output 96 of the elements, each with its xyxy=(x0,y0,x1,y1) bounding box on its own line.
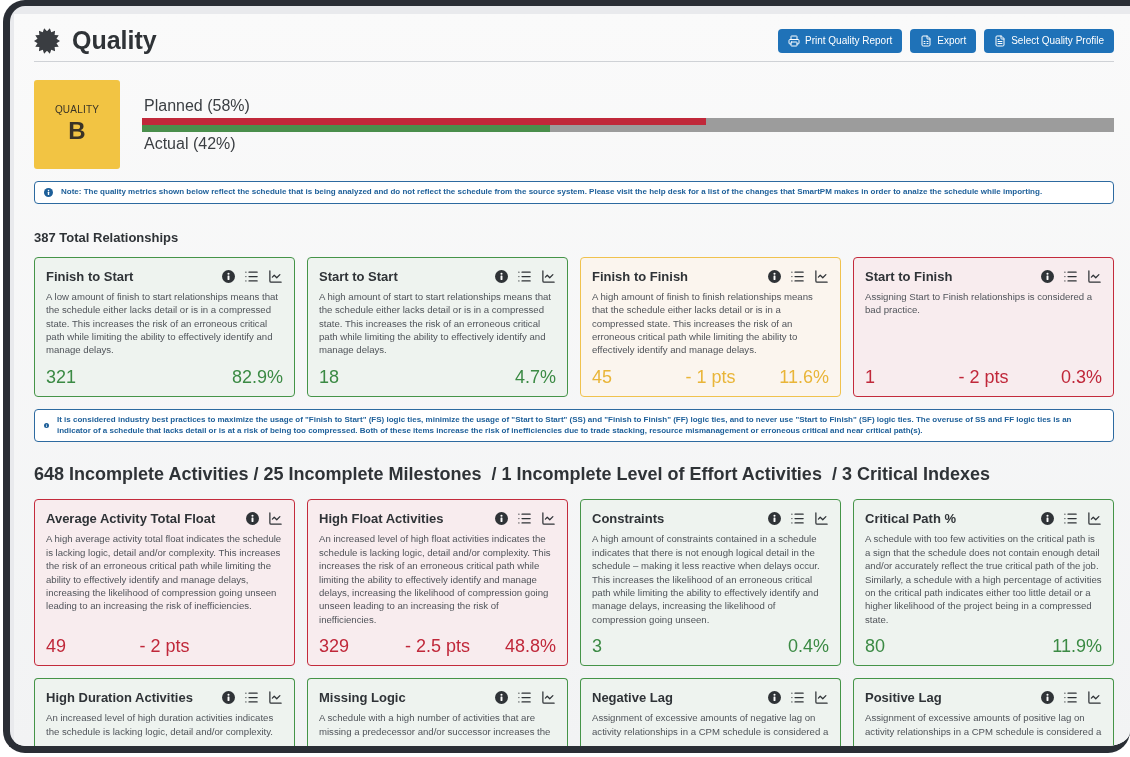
list-icon[interactable] xyxy=(790,511,805,527)
card-description: A low amount of finish to start relationships means that the schedule either lacks detail or is in a compressed state. This increases the risk of an erroneous critical path while limiting the ability to effectively identify and manage delays. xyxy=(46,289,279,357)
card-title: Finish to Finish xyxy=(592,268,690,284)
info-icon[interactable] xyxy=(44,421,49,431)
percent-value: 11.6% xyxy=(779,366,829,388)
info-icon[interactable] xyxy=(222,269,235,283)
info-icon[interactable] xyxy=(1041,691,1054,705)
info-icon[interactable] xyxy=(1041,512,1054,526)
percent-value: 0.3% xyxy=(1060,366,1102,388)
toolbar-button[interactable]: Print Quality Report xyxy=(778,28,903,53)
card-description: A high amount of finish to finish relationships means that the schedule either lacks detail or is in a compressed state. This increases the risk of an erroneous critical path while limiting the ability to effectively identify and manage delays. xyxy=(592,289,814,357)
line-chart-icon[interactable] xyxy=(541,268,556,284)
seal-icon xyxy=(34,27,60,54)
count-value: 321 xyxy=(46,366,77,388)
card-title: Negative Lag xyxy=(592,690,674,706)
grade-label: QUALITY xyxy=(54,104,100,115)
card-title: Missing Logic xyxy=(319,690,407,706)
line-chart-icon[interactable] xyxy=(268,511,283,527)
card-description: Assignment of excessive amounts of negative lag on activity relationships in a CPM schedule is considered a xyxy=(592,711,829,739)
card-title: Start to Finish xyxy=(865,268,954,284)
grade-value: B xyxy=(68,117,86,145)
info-icon[interactable] xyxy=(495,269,508,283)
info-icon[interactable] xyxy=(768,691,781,705)
list-icon[interactable] xyxy=(244,268,259,284)
count-value: 80 xyxy=(865,636,886,658)
line-chart-icon[interactable] xyxy=(268,690,283,706)
note-text: It is considered industry best practices to maximize the usage of "Finish to Start" (FS) logic ties, minimize the usage of "Start to Start" (SS) and "Finish to Finish" (FF) logic ties, and to never use "Start to Finish" (SF) logic ties. The overuse of SS and FF logic ties is an indicator of a schedule that lacks detail or is at a risk of being too compressed. Both of these items increase the risk of inefficiencies due to trade stacking, resource mismanagement or erroneous critical and near critical path(s). xyxy=(57,414,1073,437)
card-title: Average Activity Total Float xyxy=(46,511,217,527)
count-value: 49 xyxy=(46,636,67,658)
card-description: An increased level of high float activities indicates the schedule is lacking logic, detail and/or complexity. This increases the risk of an erroneous critical path while limiting the ability to effectively identify and manage delays, increasing the likelihood of compression going unseen leading to an increasing the risk of inefficiencies. xyxy=(319,532,552,627)
line-chart-icon[interactable] xyxy=(541,690,556,706)
list-icon[interactable] xyxy=(244,690,259,706)
percent-value: 48.8% xyxy=(504,636,556,658)
note-text: Note: The quality metrics shown below reflect the schedule that is being analyzed and do not reflect the schedule from the source system. Please visit the help desk for a list of the changes that SmartPM makes in order to analze the schedule while importing. xyxy=(61,187,1043,198)
info-icon[interactable] xyxy=(222,691,235,705)
points-value: - 2 pts xyxy=(958,366,1009,388)
card-title: Finish to Start xyxy=(46,268,135,284)
card-title: Constraints xyxy=(592,511,666,527)
document-icon xyxy=(994,34,1007,47)
printer-icon xyxy=(788,34,800,47)
line-chart-icon[interactable] xyxy=(1087,690,1102,706)
list-icon[interactable] xyxy=(790,690,805,706)
toolbar-button[interactable]: Select Quality Profile xyxy=(984,28,1114,53)
list-icon[interactable] xyxy=(1063,268,1078,284)
line-chart-icon[interactable] xyxy=(814,511,829,527)
info-icon[interactable] xyxy=(768,269,781,283)
line-chart-icon[interactable] xyxy=(814,268,829,284)
card-title: Critical Path % xyxy=(865,511,958,527)
card-description: A high amount of start to start relationships means that the schedule either lacks detail or is in a compressed state. This increases the risk of an erroneous critical path while limiting the ability to effectively identify and manage delays. xyxy=(319,289,552,357)
line-chart-icon[interactable] xyxy=(1087,511,1102,527)
percent-value: 0.4% xyxy=(787,636,829,658)
section-heading: 648 Incomplete Activities / 25 Incomplete Milestones / 1 Incomplete Level of Effort Activities / 3 Critical Indexes xyxy=(34,464,991,486)
card-title: Positive Lag xyxy=(865,690,943,706)
page-title: Quality xyxy=(72,26,158,55)
count-value: 329 xyxy=(319,636,350,658)
card-description: A schedule with a high number of activities that are missing a predecessor and/or successor increases the xyxy=(319,711,552,739)
count-value: 45 xyxy=(592,366,613,388)
card-description: A high amount of constraints contained in a schedule indicates that there is not enough logical detail in the schedule – making it less reactive when delays occur. This increases the likelihood of an erroneous critical path while limiting the ability to effectively identify and manage delays, increasing the likelihood of compression going unseen. xyxy=(592,532,821,627)
info-icon[interactable] xyxy=(246,512,259,526)
card-title: High Float Activities xyxy=(319,511,445,527)
line-chart-icon[interactable] xyxy=(268,268,283,284)
list-icon[interactable] xyxy=(517,690,532,706)
info-icon[interactable] xyxy=(1041,269,1054,283)
card-title: High Duration Activities xyxy=(46,690,194,706)
info-icon[interactable] xyxy=(768,512,781,526)
points-value: - 2.5 pts xyxy=(405,636,470,658)
info-icon[interactable] xyxy=(495,512,508,526)
card-title: Start to Start xyxy=(319,268,399,284)
line-chart-icon[interactable] xyxy=(541,511,556,527)
progress-label: Planned (58%) xyxy=(143,95,251,116)
card-description: An increased level of high duration activities indicates the schedule is lacking logic, detail and/or complexity. xyxy=(46,711,275,739)
list-icon[interactable] xyxy=(517,511,532,527)
section-heading: 387 Total Relationships xyxy=(34,229,180,245)
line-chart-icon[interactable] xyxy=(1087,268,1102,284)
card-description: A schedule with too few activities on the critical path is a sign that the schedule does not contain enough detail and/or accurately reflect the true critical path of the job. Similarly, a schedule with a high percentage of activities on the critical path indicates either too little detail or a higher likelihood of the project being in a compressed state. xyxy=(865,532,1102,627)
card-description: Assignment of excessive amounts of positive lag on activity relationships in a CPM schedule is considered a xyxy=(865,711,1102,739)
list-icon[interactable] xyxy=(1063,511,1078,527)
card-description: Assigning Start to Finish relationships is considered a bad practice. xyxy=(865,289,1094,318)
list-icon[interactable] xyxy=(1063,690,1078,706)
count-value: 3 xyxy=(592,636,602,658)
percent-value: 4.7% xyxy=(514,366,556,388)
count-value: 18 xyxy=(319,366,340,388)
points-value: - 2 pts xyxy=(139,636,190,658)
info-icon[interactable] xyxy=(495,691,508,705)
progress-label: Actual (42%) xyxy=(143,133,237,154)
count-value: 1 xyxy=(865,366,875,388)
spreadsheet-icon xyxy=(920,34,933,47)
percent-value: 11.9% xyxy=(1052,636,1102,658)
line-chart-icon[interactable] xyxy=(814,690,829,706)
percent-value: 82.9% xyxy=(231,366,283,388)
list-icon[interactable] xyxy=(790,268,805,284)
info-icon[interactable] xyxy=(44,187,53,197)
list-icon[interactable] xyxy=(517,268,532,284)
points-value: - 1 pts xyxy=(685,366,736,388)
card-description: A high average activity total float indicates the schedule is lacking logic, detail and/or complexity. This increases the risk of an erroneous critical path while limiting the ability to effectively identify and manage delays, increasing the likelihood of compression going unseen leading to an increasing the risk of inefficiencies. xyxy=(46,532,283,614)
toolbar-button[interactable]: Export xyxy=(910,28,977,53)
